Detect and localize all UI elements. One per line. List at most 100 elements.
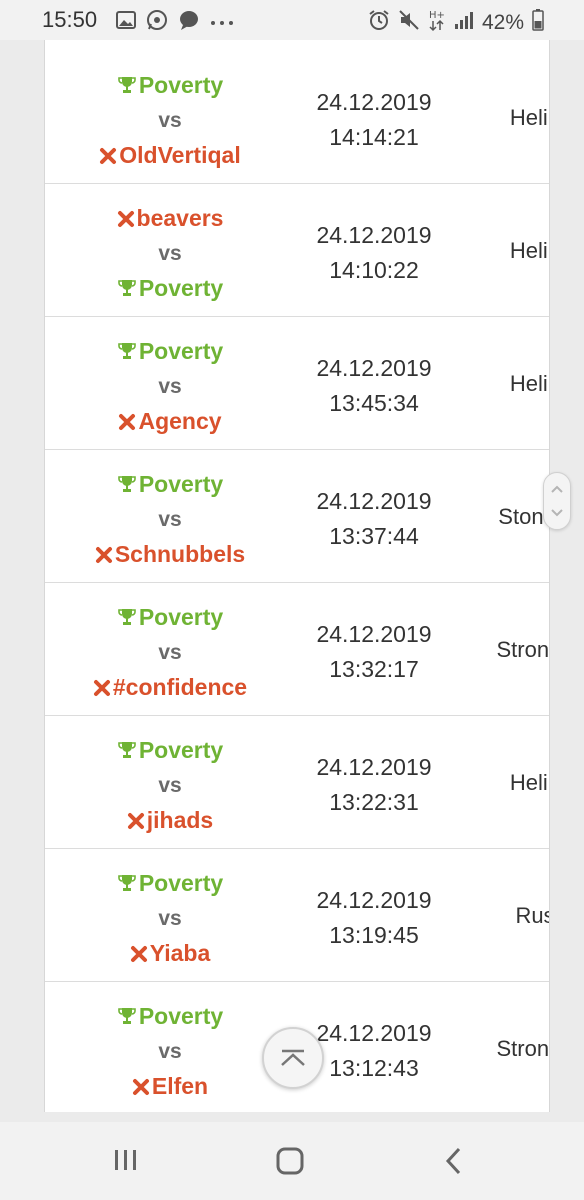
team-name: Poverty bbox=[138, 1003, 224, 1029]
winner-team[interactable]: Poverty bbox=[45, 733, 295, 768]
cross-icon bbox=[127, 805, 145, 840]
winner-team[interactable]: Poverty bbox=[45, 271, 295, 306]
winner-team[interactable]: Poverty bbox=[45, 999, 295, 1034]
match-datetime: 24.12.2019 13:32:17 bbox=[295, 617, 453, 687]
trophy-icon bbox=[117, 602, 137, 637]
team-name: OldVertiqal bbox=[119, 142, 241, 168]
team-name: Yiaba bbox=[149, 940, 211, 966]
team-name: Agency bbox=[138, 408, 222, 434]
trophy-icon bbox=[117, 273, 137, 308]
match-date: 24.12.2019 bbox=[316, 621, 432, 647]
match-map: Strongh bbox=[496, 637, 550, 662]
loser-team[interactable]: Elfen bbox=[45, 1069, 295, 1104]
data-transfer-icon: H+ bbox=[428, 8, 446, 37]
match-datetime: 24.12.2019 14:10:22 bbox=[295, 218, 453, 288]
match-teams: Poverty vs Elfen bbox=[45, 999, 295, 1104]
match-date: 24.12.2019 bbox=[316, 754, 432, 780]
match-time: 14:14:21 bbox=[329, 124, 419, 150]
match-teams: Poverty vs Schnubbels bbox=[45, 467, 295, 572]
back-icon[interactable] bbox=[443, 1146, 463, 1181]
alarm-icon bbox=[368, 9, 390, 36]
trophy-icon bbox=[117, 735, 137, 770]
match-time: 14:10:22 bbox=[329, 257, 419, 283]
signal-icon bbox=[454, 10, 474, 35]
winner-team[interactable]: Poverty bbox=[45, 600, 295, 635]
match-teams: Poverty vs #confidence bbox=[45, 600, 295, 705]
winner-team[interactable]: Poverty bbox=[45, 866, 295, 901]
match-date: 24.12.2019 bbox=[316, 89, 432, 115]
team-name: #confidence bbox=[112, 674, 248, 700]
match-datetime: 24.12.2019 13:37:44 bbox=[295, 484, 453, 554]
chat-bubble-icon bbox=[178, 9, 200, 36]
match-time: 13:45:34 bbox=[329, 390, 419, 416]
vs-label: vs bbox=[158, 508, 182, 531]
loser-team[interactable]: Yiaba bbox=[45, 936, 295, 971]
match-time: 13:22:31 bbox=[329, 789, 419, 815]
match-row[interactable]: Poverty vs Schnubbels 24.12.2019 13:37:44 Sto… bbox=[45, 449, 549, 582]
match-map: Helip bbox=[509, 770, 549, 795]
trophy-icon bbox=[117, 336, 137, 371]
match-list[interactable]: Poverty vs OldVertiqal 24.12.2019 14:14:21 He… bbox=[44, 40, 550, 1112]
winner-team[interactable]: Poverty bbox=[45, 467, 295, 502]
cross-icon bbox=[99, 140, 117, 175]
trophy-icon bbox=[117, 70, 137, 105]
team-name: Poverty bbox=[138, 72, 224, 98]
loser-team[interactable]: #confidence bbox=[45, 670, 295, 705]
scroll-arrows-icon bbox=[551, 485, 563, 517]
trophy-icon bbox=[117, 868, 137, 903]
loser-team[interactable]: beavers bbox=[45, 201, 295, 236]
match-row[interactable]: Poverty vs Agency 24.12.2019 13:45:34 Helip bbox=[45, 316, 549, 449]
cross-icon bbox=[118, 406, 136, 441]
match-time: 13:37:44 bbox=[329, 523, 419, 549]
cross-icon bbox=[95, 539, 113, 574]
match-datetime: 24.12.2019 14:14:21 bbox=[295, 85, 453, 155]
vs-label: vs bbox=[158, 1040, 182, 1063]
winner-team[interactable]: Poverty bbox=[45, 334, 295, 369]
team-name: beavers bbox=[136, 205, 224, 231]
match-row[interactable]: Poverty vs #confidence 24.12.2019 13:32:17 St… bbox=[45, 582, 549, 715]
match-datetime: 24.12.2019 13:45:34 bbox=[295, 351, 453, 421]
loser-team[interactable]: Schnubbels bbox=[45, 537, 295, 572]
team-name: Poverty bbox=[138, 471, 224, 497]
team-name: Poverty bbox=[138, 737, 224, 763]
match-map: Stoneis bbox=[498, 504, 549, 529]
match-map: Rus bbox=[515, 903, 549, 928]
recent-apps-icon[interactable] bbox=[112, 1146, 140, 1179]
loser-team[interactable]: OldVertiqal bbox=[45, 138, 295, 173]
match-teams: Poverty vs Agency bbox=[45, 334, 295, 439]
winner-team[interactable]: Poverty bbox=[45, 68, 295, 103]
match-date: 24.12.2019 bbox=[316, 887, 432, 913]
match-datetime: 24.12.2019 13:22:31 bbox=[295, 750, 453, 820]
loser-team[interactable]: Agency bbox=[45, 404, 295, 439]
team-name: Poverty bbox=[138, 338, 224, 364]
cross-icon bbox=[117, 203, 135, 238]
match-teams: Poverty vs OldVertiqal bbox=[45, 68, 295, 173]
more-dots-icon bbox=[210, 14, 234, 32]
match-map: Helip bbox=[509, 105, 549, 130]
fast-scroll-handle[interactable] bbox=[543, 472, 571, 530]
scroll-to-top-button[interactable] bbox=[262, 1027, 324, 1089]
match-date: 24.12.2019 bbox=[316, 355, 432, 381]
vs-label: vs bbox=[158, 375, 182, 398]
match-row[interactable]: Poverty vs Yiaba 24.12.2019 13:19:45 Rus bbox=[45, 848, 549, 981]
match-date: 24.12.2019 bbox=[316, 222, 432, 248]
match-time: 13:19:45 bbox=[329, 922, 419, 948]
cross-icon bbox=[93, 672, 111, 707]
match-row[interactable]: Poverty vs jihads 24.12.2019 13:22:31 Helip bbox=[45, 715, 549, 848]
match-map: Helip bbox=[509, 371, 549, 396]
image-icon bbox=[116, 11, 136, 34]
svg-text:H+: H+ bbox=[429, 10, 445, 21]
home-icon[interactable] bbox=[275, 1146, 305, 1181]
match-row[interactable]: Poverty vs OldVertiqal 24.12.2019 14:14:21 He… bbox=[45, 40, 549, 183]
status-time: 15:50 bbox=[42, 7, 98, 32]
mute-icon bbox=[398, 9, 420, 36]
battery-percent: 42% bbox=[481, 10, 524, 34]
whatsapp-icon bbox=[146, 9, 168, 36]
arrow-up-to-top-icon bbox=[281, 1049, 305, 1066]
cross-icon bbox=[132, 1071, 150, 1106]
match-row[interactable]: beavers vs Poverty 24.12.2019 14:10:22 Helip bbox=[45, 183, 549, 316]
match-datetime: 24.12.2019 13:19:45 bbox=[295, 883, 453, 953]
status-bar: 15:50 H+ 42% bbox=[0, 0, 584, 40]
cross-icon bbox=[130, 938, 148, 973]
loser-team[interactable]: jihads bbox=[45, 803, 295, 838]
